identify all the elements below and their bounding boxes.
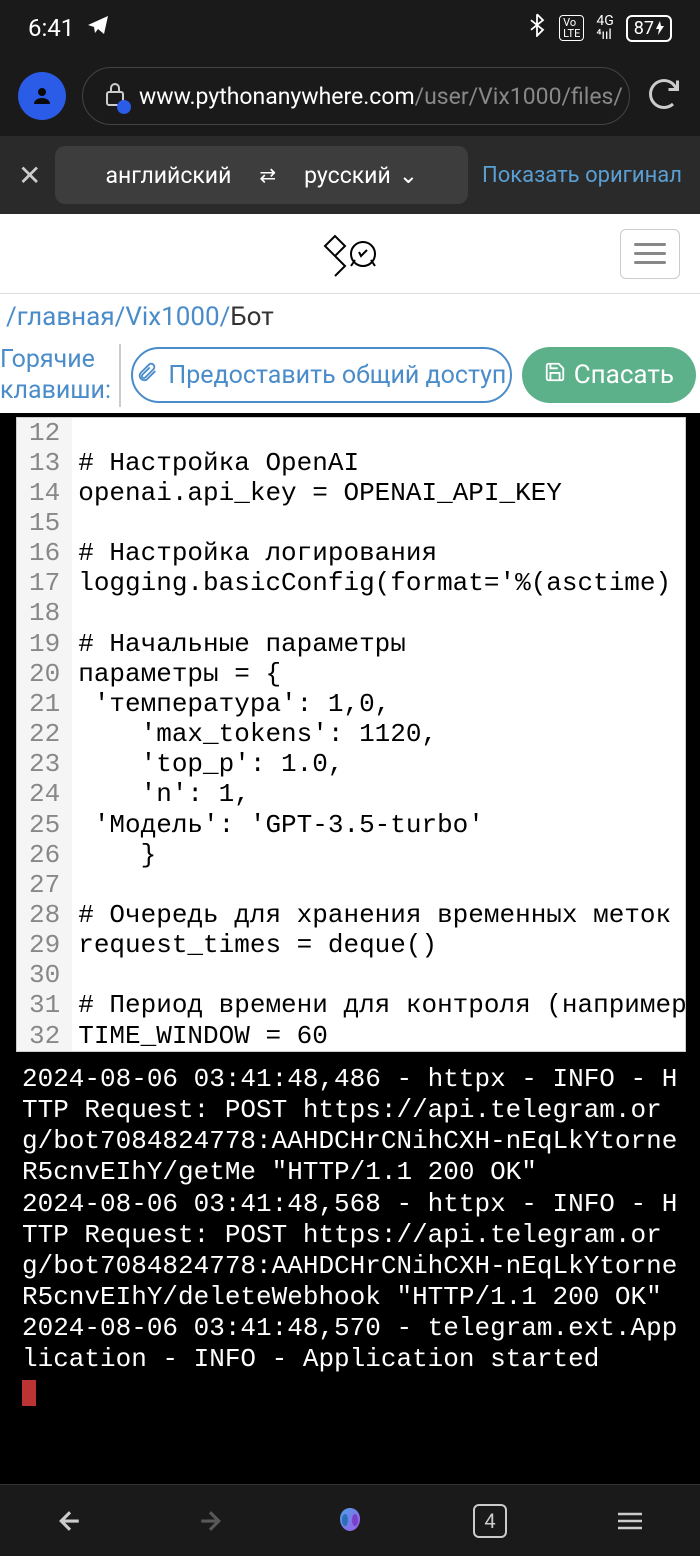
line-gutter: 1213141516171819202122232425262728293031…	[17, 418, 72, 1051]
app-header	[0, 214, 700, 294]
volte-icon: VoLTE	[559, 15, 584, 41]
paperclip-icon	[136, 361, 158, 390]
profile-button[interactable]	[18, 72, 66, 120]
breadcrumb: /главная/Vix1000/Бот	[0, 294, 700, 338]
bluetooth-icon	[527, 13, 547, 43]
chevron-down-icon: ⌄	[399, 162, 418, 189]
bottom-nav: 4	[0, 1484, 700, 1556]
close-icon[interactable]: ✕	[18, 159, 41, 192]
app-logo[interactable]	[80, 230, 620, 278]
telegram-icon	[86, 13, 110, 43]
code-editor[interactable]: 1213141516171819202122232425262728293031…	[16, 417, 686, 1052]
breadcrumb-home[interactable]: главная	[17, 302, 115, 332]
share-button[interactable]: Предоставить общий доступ	[131, 347, 512, 403]
cursor	[22, 1380, 36, 1406]
hotkeys-link[interactable]: Горячие клавиши:	[0, 344, 121, 407]
breadcrumb-user[interactable]: Vix1000	[125, 302, 219, 332]
battery-indicator: 87	[626, 15, 672, 42]
back-button[interactable]	[42, 1506, 98, 1536]
translate-bar: ✕ английский ⇄ русский ⌄ Показать оригин…	[0, 136, 700, 214]
browser-toolbar: www.pythonanywhere.com/user/Vix1000/file…	[0, 56, 700, 136]
clock: 6:41	[28, 14, 74, 42]
language-switcher[interactable]: английский ⇄ русский ⌄	[55, 146, 468, 204]
lock-icon	[103, 80, 127, 112]
reload-icon[interactable]	[646, 76, 682, 116]
action-bar: Горячие клавиши: Предоставить общий дост…	[0, 338, 700, 413]
copilot-icon[interactable]	[322, 1502, 378, 1540]
console-output[interactable]: 2024-08-06 03:41:48,486 - httpx - INFO -…	[14, 1056, 686, 1419]
swap-icon[interactable]: ⇄	[259, 163, 276, 187]
status-bar: 6:41 VoLTE 4G⁴ııl 87	[0, 0, 700, 56]
code-content[interactable]: # Настройка OpenAIopenai.api_key = OPENA…	[72, 418, 685, 1051]
save-icon	[544, 360, 566, 390]
forward-button[interactable]	[182, 1506, 238, 1536]
show-original-link[interactable]: Показать оригинал	[482, 163, 682, 188]
console-text: 2024-08-06 03:41:48,486 - httpx - INFO -…	[22, 1064, 677, 1375]
network-icon: 4G⁴ııl	[596, 14, 613, 42]
menu-button[interactable]	[620, 229, 680, 279]
url-text: www.pythonanywhere.com/user/Vix1000/file…	[139, 83, 623, 110]
save-button[interactable]: Спасать	[522, 347, 696, 403]
tabs-button[interactable]: 4	[462, 1504, 518, 1538]
breadcrumb-current: Бот	[230, 302, 273, 332]
overflow-menu[interactable]	[602, 1510, 658, 1532]
url-bar[interactable]: www.pythonanywhere.com/user/Vix1000/file…	[82, 67, 630, 125]
source-language: английский	[106, 162, 232, 189]
target-language: русский	[304, 162, 391, 189]
